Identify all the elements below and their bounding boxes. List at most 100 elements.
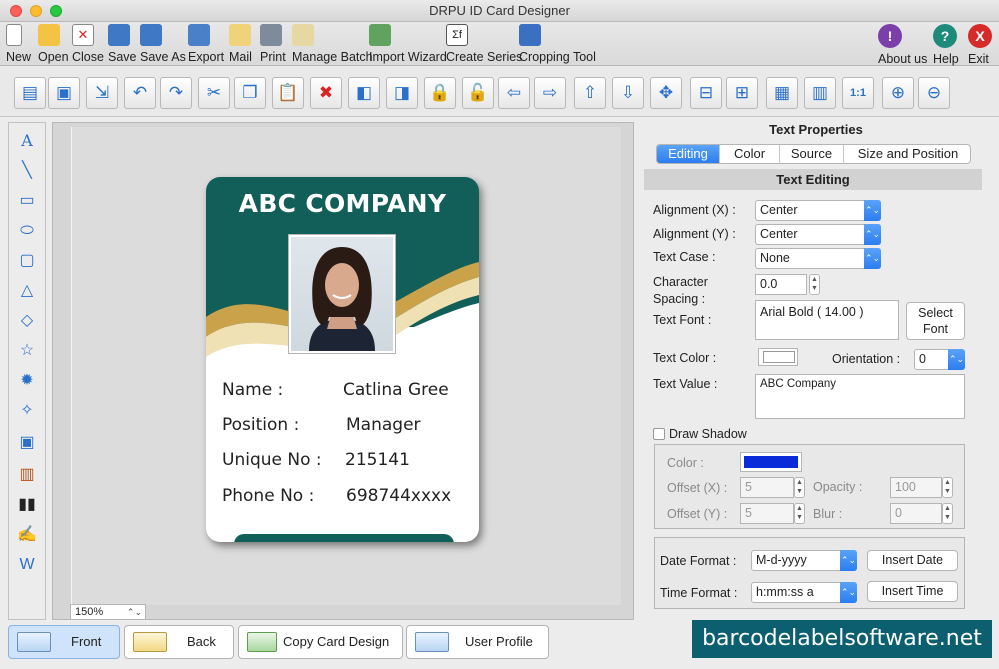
offset-y-input[interactable]: 5 (740, 503, 794, 524)
front-button[interactable]: Front (8, 625, 120, 659)
time-format-select[interactable]: h:mm:ss a ⌃⌄ (751, 582, 857, 603)
sparkle-tool-icon[interactable]: ✧ (14, 399, 40, 423)
save-button[interactable]: Save (108, 24, 137, 64)
text-value-input[interactable]: ABC Company (755, 374, 965, 419)
ellipse-tool-icon[interactable]: ⬭ (14, 219, 40, 243)
opacity-input[interactable]: 100 (890, 477, 942, 498)
align-vertical-center-icon[interactable]: ⊞ (726, 77, 758, 109)
burst-tool-icon[interactable]: ✹ (14, 369, 40, 393)
tab-color[interactable]: Color (720, 145, 780, 163)
print-button[interactable]: Print (260, 24, 286, 64)
shadow-color-swatch[interactable] (740, 452, 802, 472)
char-spacing-stepper[interactable]: ▲ ▼ (809, 274, 820, 295)
about-us-button[interactable]: ! About us (878, 24, 927, 66)
blur-input[interactable]: 0 (890, 503, 942, 524)
field-label-unique-no[interactable]: Unique No : (222, 450, 322, 470)
rectangle-tool-icon[interactable]: ▭ (14, 189, 40, 213)
close-button[interactable]: ✕ Close (72, 24, 104, 64)
arrow-down-icon[interactable]: ⇩ (612, 77, 644, 109)
offset-x-stepper[interactable]: ▲ ▼ (794, 477, 805, 498)
cut-icon[interactable]: ✂ (198, 77, 230, 109)
arrow-up-icon[interactable]: ⇧ (574, 77, 606, 109)
minimize-window-icon[interactable] (30, 5, 42, 17)
zoom-in-icon[interactable]: ⊕ (882, 77, 914, 109)
manage-batch-button[interactable]: Manage Batch (292, 24, 373, 64)
field-label-phone-no[interactable]: Phone No : (222, 486, 314, 506)
import-wizard-button[interactable]: Import Wizard (369, 24, 447, 64)
zoom-window-icon[interactable] (50, 5, 62, 17)
unlock-icon[interactable]: 🔓 (462, 77, 494, 109)
field-label-position[interactable]: Position : (222, 415, 299, 435)
signature-tool-icon[interactable]: ✍ (14, 523, 40, 547)
user-profile-button[interactable]: User Profile (406, 625, 549, 659)
mail-button[interactable]: Mail (229, 24, 252, 64)
alignment-x-select[interactable]: Center ⌃⌄ (755, 200, 881, 221)
field-value-unique-no[interactable]: 215141 (345, 450, 410, 470)
field-label-name[interactable]: Name : (222, 380, 283, 400)
field-value-name[interactable]: Catlina Gree (343, 380, 449, 400)
tab-size-and-position[interactable]: Size and Position (844, 145, 970, 163)
barcode-tool-icon[interactable]: ▮▮ (14, 493, 40, 517)
employee-photo[interactable] (288, 234, 396, 354)
offset-x-input[interactable]: 5 (740, 477, 794, 498)
picture-tool-icon[interactable]: ▣ (14, 431, 40, 455)
alignment-y-select[interactable]: Center ⌃⌄ (755, 224, 881, 245)
cropping-tool-button[interactable]: Cropping Tool (519, 24, 596, 64)
insert-time-button[interactable]: Insert Time (867, 581, 958, 602)
zoom-stepper-icon[interactable]: ⌃⌄ (127, 605, 142, 619)
delete-icon[interactable]: ✖ (310, 77, 342, 109)
grid-icon[interactable]: ▦ (766, 77, 798, 109)
actual-size-icon[interactable]: 1:1 (842, 77, 874, 109)
arrow-right-icon[interactable]: ⇨ (534, 77, 566, 109)
watermark-tool-icon[interactable]: W (14, 553, 40, 577)
save-as-button[interactable]: Save As (140, 24, 186, 64)
date-format-select[interactable]: M-d-yyyy ⌃⌄ (751, 550, 857, 571)
ruler-icon[interactable]: ▥ (804, 77, 836, 109)
field-value-phone-no[interactable]: 698744xxxx (346, 486, 451, 506)
help-button[interactable]: ? Help (933, 24, 959, 66)
company-name[interactable]: ABC COMPANY (206, 189, 479, 218)
diamond-tool-icon[interactable]: ◇ (14, 309, 40, 333)
image-icon[interactable]: ▣ (48, 77, 80, 109)
center-move-icon[interactable]: ✥ (650, 77, 682, 109)
open-button[interactable]: Open (38, 24, 69, 64)
text-case-select[interactable]: None ⌃⌄ (755, 248, 881, 269)
tab-editing[interactable]: Editing (657, 145, 720, 163)
copy-icon[interactable]: ❐ (234, 77, 266, 109)
tab-source[interactable]: Source (780, 145, 844, 163)
back-button[interactable]: Back (124, 625, 234, 659)
insert-date-button[interactable]: Insert Date (867, 550, 958, 571)
triangle-tool-icon[interactable]: △ (14, 279, 40, 303)
draw-shadow-checkbox[interactable]: Draw Shadow (653, 427, 747, 441)
zoom-select[interactable]: 150% ⌃⌄ (70, 604, 146, 620)
select-font-button[interactable]: Select Font (906, 302, 965, 340)
exit-button[interactable]: X Exit (968, 24, 992, 66)
properties-icon[interactable]: ▤ (14, 77, 46, 109)
orientation-select[interactable]: 0 ⌃⌄ (914, 349, 965, 370)
rounded-rectangle-tool-icon[interactable]: ▢ (14, 249, 40, 273)
redo-icon[interactable]: ↷ (160, 77, 192, 109)
blur-stepper[interactable]: ▲ ▼ (942, 503, 953, 524)
text-tool-icon[interactable]: A (14, 129, 40, 153)
lock-icon[interactable]: 🔒 (424, 77, 456, 109)
close-window-icon[interactable] (10, 5, 22, 17)
id-card[interactable]: ABC COMPANY Name : Catlina Gree Position… (206, 177, 479, 542)
arrow-left-icon[interactable]: ⇦ (498, 77, 530, 109)
undo-icon[interactable]: ↶ (124, 77, 156, 109)
library-tool-icon[interactable]: ▥ (14, 463, 40, 487)
new-button[interactable]: New (6, 24, 31, 64)
text-color-swatch[interactable] (758, 348, 798, 366)
char-spacing-input[interactable]: 0.0 (755, 274, 807, 295)
send-backward-icon[interactable]: ◨ (386, 77, 418, 109)
align-horizontal-center-icon[interactable]: ⊟ (690, 77, 722, 109)
export-image-icon[interactable]: ⇲ (86, 77, 118, 109)
zoom-out-icon[interactable]: ⊖ (918, 77, 950, 109)
line-tool-icon[interactable]: ╲ (14, 159, 40, 183)
opacity-stepper[interactable]: ▲ ▼ (942, 477, 953, 498)
checkbox-box[interactable] (653, 428, 665, 440)
copy-card-design-button[interactable]: Copy Card Design (238, 625, 403, 659)
create-series-button[interactable]: Σf Create Series (446, 24, 522, 64)
paste-icon[interactable]: 📋 (272, 77, 304, 109)
export-button[interactable]: Export (188, 24, 224, 64)
bring-forward-icon[interactable]: ◧ (348, 77, 380, 109)
